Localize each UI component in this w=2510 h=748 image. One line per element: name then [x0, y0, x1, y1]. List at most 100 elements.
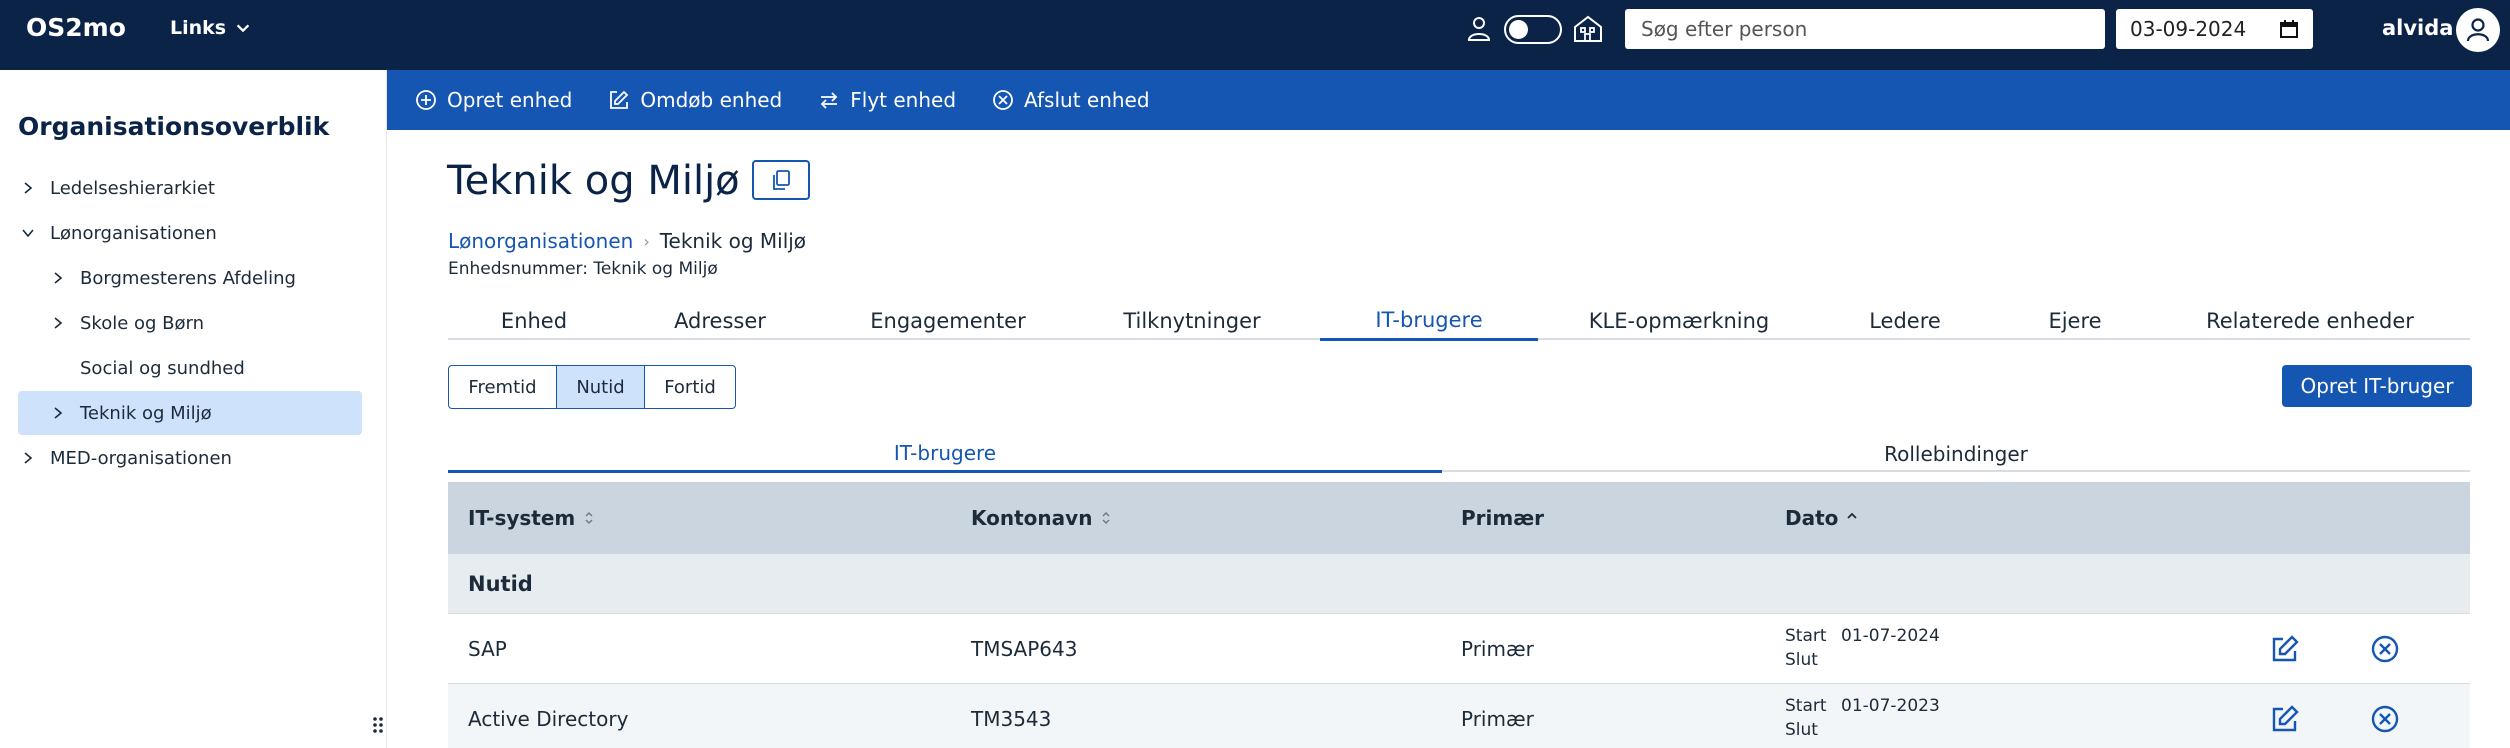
chevron-down-icon — [236, 24, 250, 33]
tree-item-borgmesterens-afdeling[interactable]: Borgmesterens Afdeling — [48, 256, 360, 300]
chevron-right-icon[interactable] — [18, 178, 38, 198]
create-unit-label: Opret enhed — [447, 88, 573, 112]
copy-button[interactable] — [752, 160, 810, 200]
links-label: Links — [170, 17, 227, 39]
breadcrumb-parent-link[interactable]: Lønorganisationen — [448, 229, 633, 253]
breadcrumb-current: Teknik og Miljø — [659, 229, 807, 253]
calendar-icon[interactable] — [2279, 19, 2299, 39]
filter-past[interactable]: Fortid — [645, 366, 735, 408]
close-circle-icon — [993, 90, 1013, 110]
edit-icon[interactable] — [2270, 704, 2300, 734]
tab-engagementer[interactable]: Engagementer — [820, 302, 1076, 340]
start-date: 01-07-2024 — [1841, 626, 1940, 646]
move-unit-label: Flyt enhed — [850, 88, 957, 112]
avatar[interactable] — [2456, 8, 2500, 52]
tree-item-label: Ledelseshierarkiet — [50, 177, 215, 199]
tree-item-teknik-og-miljo[interactable]: Teknik og Miljø — [18, 391, 362, 435]
edit-icon — [610, 90, 629, 109]
start-date: 01-07-2023 — [1841, 696, 1940, 716]
chevron-right-icon[interactable] — [18, 448, 38, 468]
page-title: Teknik og Miljø — [447, 158, 740, 204]
tab-it-brugere[interactable]: IT-brugere — [1320, 302, 1538, 341]
top-bar: OS2mo Links 03-09-2024 alvida — [0, 0, 2510, 70]
group-label: Nutid — [468, 572, 533, 596]
start-label: Start — [1785, 626, 1827, 646]
tree-item-label: Lønorganisationen — [50, 222, 217, 244]
chevron-down-icon[interactable] — [18, 223, 38, 243]
tree-item-med-organisationen[interactable]: MED-organisationen — [18, 436, 360, 480]
tree-item-lonorganisationen[interactable]: Lønorganisationen — [18, 211, 360, 255]
column-header-kontonavn[interactable]: Kontonavn — [971, 482, 1112, 554]
tab-kle-opmaerkning[interactable]: KLE-opmærkning — [1548, 302, 1810, 340]
edit-icon[interactable] — [2270, 634, 2300, 664]
cell-account-name: TMSAP643 — [971, 637, 1078, 661]
rename-unit-button[interactable]: Omdøb enhed — [608, 88, 782, 112]
column-header-label: IT-system — [468, 506, 576, 530]
tree-item-label: Skole og Børn — [80, 312, 205, 334]
tab-tilknytninger[interactable]: Tilknytninger — [1076, 302, 1308, 340]
column-header-label: Kontonavn — [971, 506, 1093, 530]
cell-it-system: Active Directory — [468, 707, 629, 731]
subtab-it-brugere[interactable]: IT-brugere — [448, 436, 1442, 473]
breadcrumb: Lønorganisationen › Teknik og Miljø — [448, 229, 806, 253]
tree-item-label: MED-organisationen — [50, 447, 232, 469]
user-name[interactable]: alvida — [2382, 16, 2453, 40]
copy-icon — [773, 170, 790, 190]
close-circle-icon[interactable] — [2370, 634, 2400, 664]
user-icon — [2466, 18, 2490, 42]
it-users-table: IT-system Kontonavn Primær Dato Nutid SA… — [448, 482, 2470, 748]
date-picker[interactable]: 03-09-2024 — [2116, 9, 2313, 49]
column-header-label: Dato — [1785, 506, 1839, 530]
column-header-it-system[interactable]: IT-system — [468, 482, 595, 554]
terminate-unit-label: Afslut enhed — [1024, 88, 1150, 112]
rename-unit-label: Omdøb enhed — [640, 88, 783, 112]
filter-future[interactable]: Fremtid — [449, 366, 557, 408]
column-header-dato[interactable]: Dato — [1785, 482, 1858, 554]
person-icon[interactable] — [1464, 14, 1494, 44]
column-header-primaer: Primær — [1461, 482, 1544, 554]
sort-icon — [1102, 512, 1110, 524]
brand-logo[interactable]: OS2mo — [26, 13, 126, 42]
create-unit-button[interactable]: Opret enhed — [415, 88, 572, 112]
tab-ejere[interactable]: Ejere — [2000, 302, 2150, 340]
start-label: Start — [1785, 696, 1827, 716]
links-menu[interactable]: Links — [170, 17, 252, 39]
time-filter: Fremtid Nutid Fortid — [448, 365, 736, 409]
organisation-icon[interactable] — [1572, 14, 1604, 44]
filter-present[interactable]: Nutid — [557, 366, 645, 408]
arrows-swap-icon — [820, 92, 838, 109]
chevron-right-icon[interactable] — [48, 403, 68, 423]
toggle-knob — [1509, 20, 1528, 39]
person-unit-toggle[interactable] — [1504, 15, 1562, 44]
end-label: Slut — [1785, 650, 1818, 670]
chevron-right-icon[interactable] — [48, 268, 68, 288]
end-label: Slut — [1785, 720, 1818, 740]
tab-adresser[interactable]: Adresser — [620, 302, 820, 340]
resize-handle-icon[interactable] — [371, 715, 385, 735]
cell-date: Start 01-07-2023 Slut — [1785, 694, 1940, 742]
sidebar-title: Organisationsoverblik — [18, 112, 330, 141]
tab-enhed[interactable]: Enhed — [448, 302, 620, 340]
tree-item-ledelseshierarkiet[interactable]: Ledelseshierarkiet — [18, 166, 360, 210]
sort-icon — [585, 512, 593, 524]
chevron-right-icon[interactable] — [48, 313, 68, 333]
tree-item-skole-og-born[interactable]: Skole og Børn — [48, 301, 360, 345]
plus-circle-icon — [416, 90, 436, 110]
close-circle-icon[interactable] — [2370, 704, 2400, 734]
subtab-rollebindinger[interactable]: Rollebindinger — [1442, 436, 2470, 472]
terminate-unit-button[interactable]: Afslut enhed — [992, 88, 1150, 112]
tab-ledere[interactable]: Ledere — [1810, 302, 2000, 340]
tab-relaterede-enheder[interactable]: Relaterede enheder — [2160, 302, 2460, 340]
tree-item-label: Social og sundhed — [80, 357, 245, 379]
search-input[interactable] — [1625, 9, 2105, 49]
tree-item-social-og-sundhed[interactable]: Social og sundhed — [48, 346, 360, 390]
cell-account-name: TM3543 — [971, 707, 1052, 731]
unit-tabs: Enhed Adresser Engagementer Tilknytninge… — [448, 302, 2470, 341]
move-unit-button[interactable]: Flyt enhed — [818, 88, 956, 112]
create-it-user-button[interactable]: Opret IT-bruger — [2282, 365, 2472, 407]
chevron-right-icon: › — [643, 231, 650, 251]
action-bar: Opret enhed Omdøb enhed Flyt enhed Afslu… — [387, 70, 2510, 130]
tree-item-label: Borgmesterens Afdeling — [80, 267, 296, 289]
table-header: IT-system Kontonavn Primær Dato — [448, 482, 2470, 554]
